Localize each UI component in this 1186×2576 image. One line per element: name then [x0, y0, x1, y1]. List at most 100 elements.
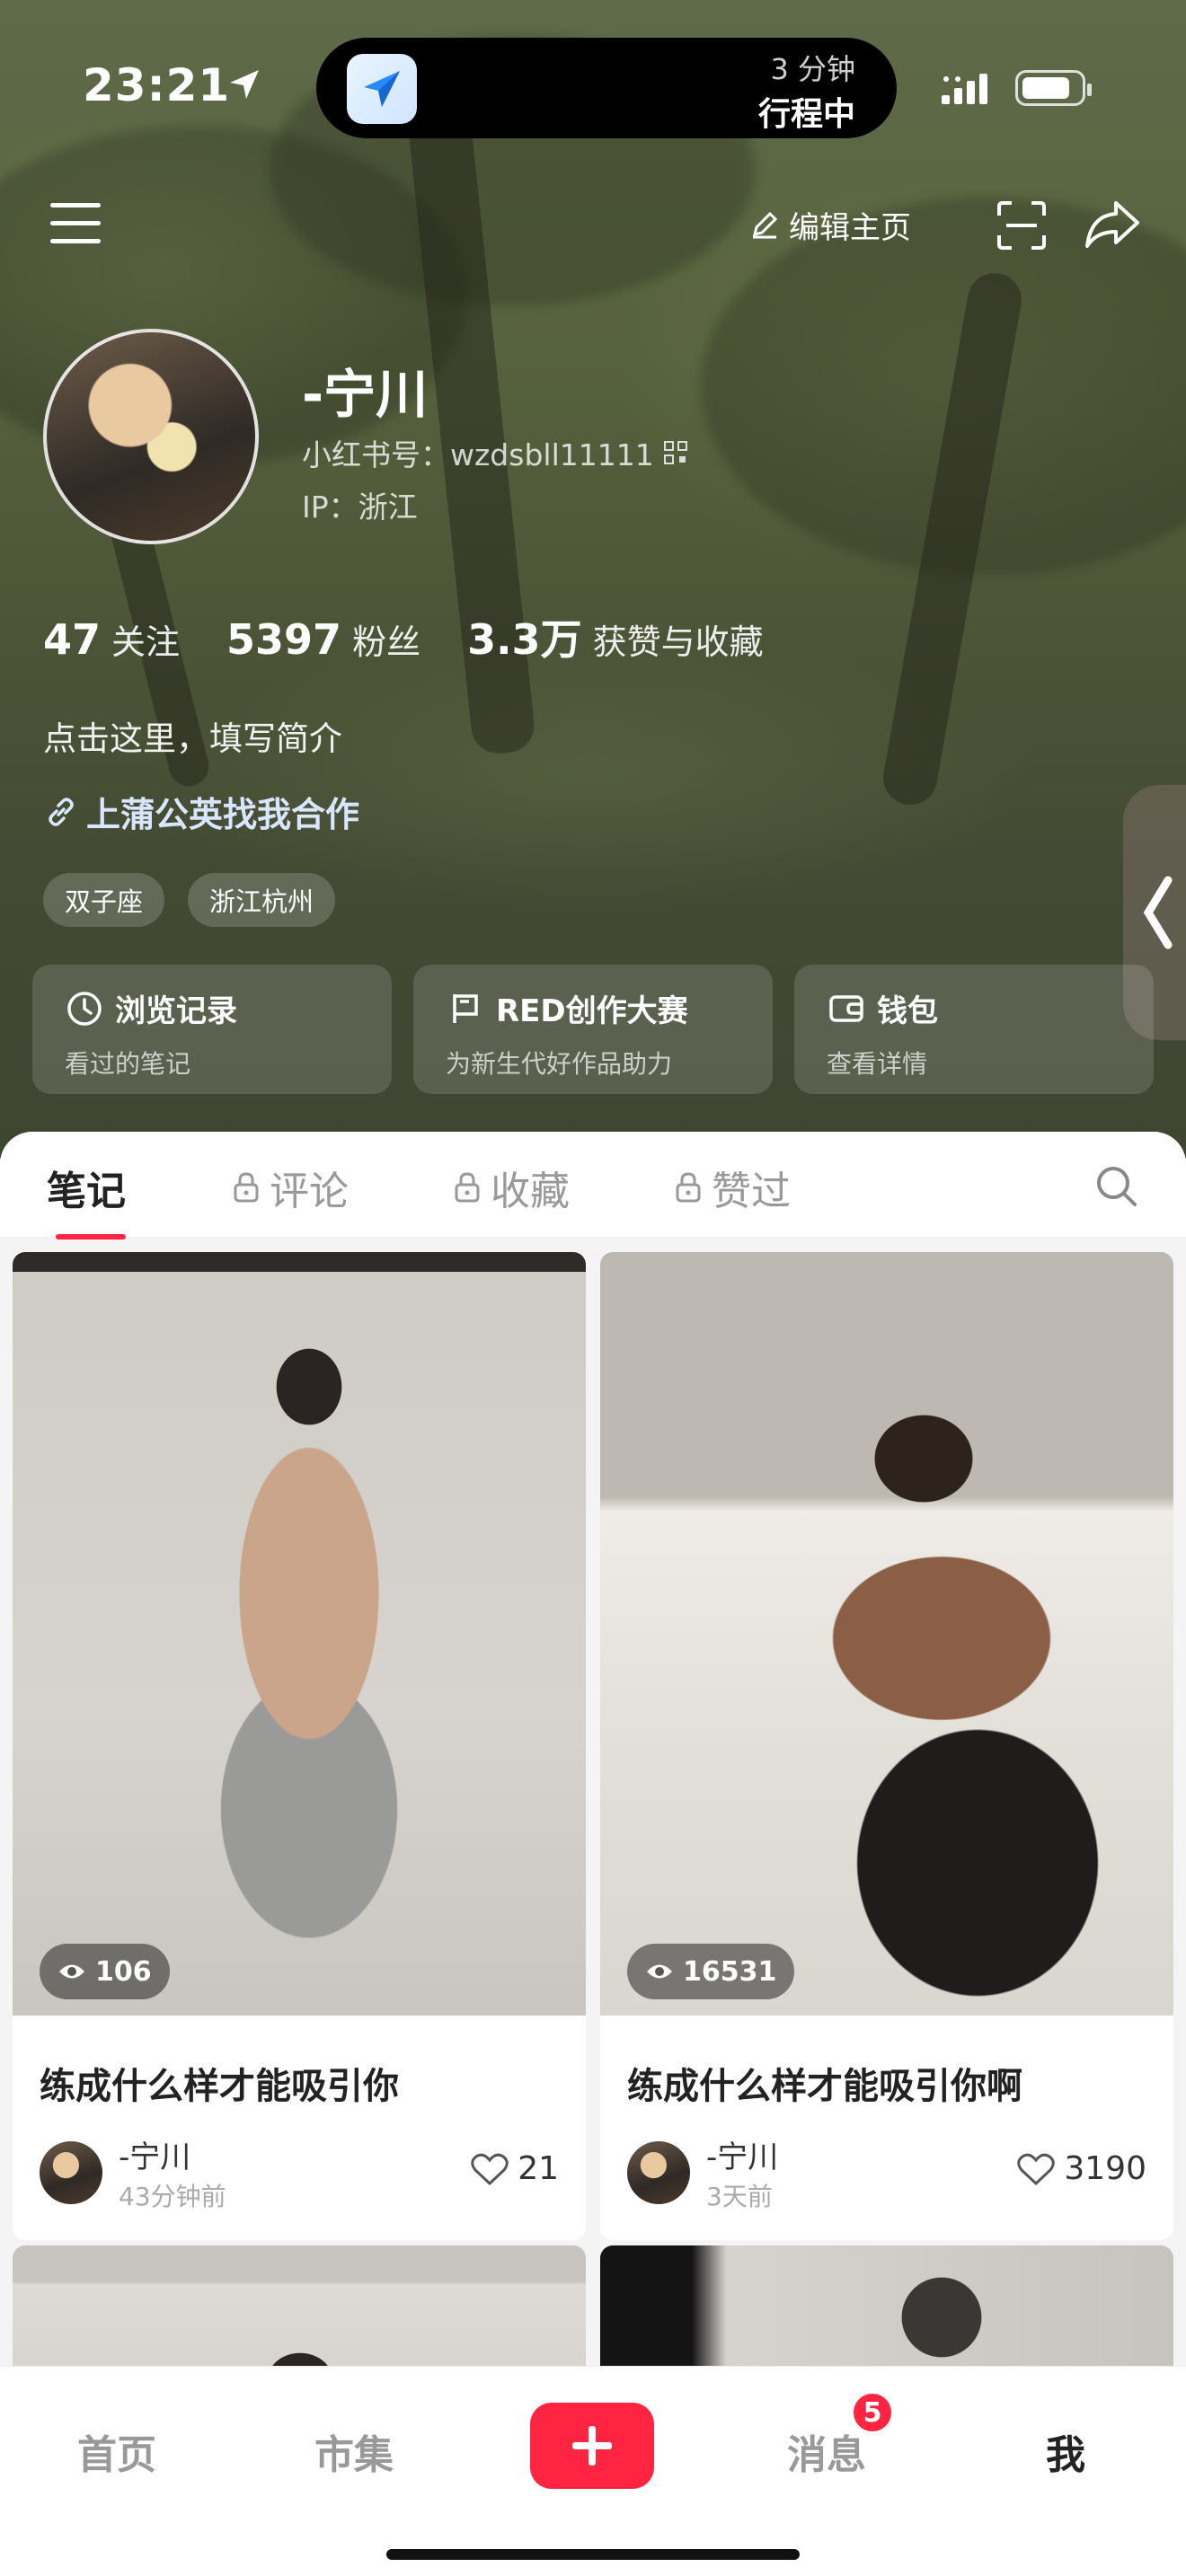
navigation-app-icon	[347, 54, 417, 124]
note-title: 练成什么样才能吸引你	[40, 2066, 399, 2107]
ip-location: IP：浙江	[302, 490, 418, 525]
tab-comments-label: 评论	[270, 1169, 349, 1214]
quick-link-wallet-title: 钱包	[877, 993, 938, 1029]
paper-plane-icon	[364, 71, 400, 107]
author-avatar[interactable]	[40, 2141, 102, 2204]
trip-status: 行程中	[757, 96, 855, 133]
post-time: 43分钟前	[119, 2182, 226, 2211]
quick-link-history-sub: 看过的笔记	[65, 1049, 191, 1079]
likes-collects-label: 获赞与收藏	[592, 622, 764, 662]
tab-notes[interactable]: 笔记	[47, 1159, 126, 1239]
pencil-icon	[752, 211, 778, 239]
tag-location[interactable]: 浙江杭州	[188, 873, 336, 927]
note-card[interactable]: 106 练成什么样才能吸引你 -宁川 43分钟前 21	[13, 1252, 586, 2240]
quick-link-wallet-sub: 查看详情	[827, 1049, 928, 1079]
share-icon[interactable]	[1084, 198, 1141, 251]
quick-link-wallet[interactable]: 钱包 查看详情	[794, 965, 1154, 1094]
link-icon	[49, 797, 74, 826]
author-name: -宁川	[706, 2139, 779, 2175]
content-sheet: 笔记 评论 收藏 赞过 106 练成什么样才能吸引你 -宁川 43分钟前 21	[0, 1132, 1186, 2576]
likes-collects-stat[interactable]: 3.3万 获赞与收藏	[467, 607, 764, 666]
heart-icon	[471, 2153, 509, 2185]
tab-collections-label: 收藏	[491, 1169, 570, 1214]
followers-stat[interactable]: 5397 粉丝	[226, 614, 420, 664]
view-count: 16531	[683, 1955, 777, 1988]
bottom-navigation: 首页 市集 消息 5 我	[0, 2366, 1186, 2576]
view-count-badge: 16531	[627, 1944, 795, 1999]
heart-icon	[1017, 2153, 1056, 2185]
note-card[interactable]: 16531 练成什么样才能吸引你啊 -宁川 3天前 3190	[600, 1252, 1173, 2240]
quick-link-history-title: 浏览记录	[115, 993, 237, 1029]
lock-icon	[234, 1172, 259, 1203]
view-count-badge: 106	[40, 1944, 170, 1999]
like-button[interactable]: 3190	[1017, 2150, 1146, 2187]
note-cover-image[interactable]	[600, 1252, 1173, 2016]
profile-stats: 47 关注 5397 粉丝 3.3万 获赞与收藏	[43, 607, 764, 666]
location-arrow-icon	[230, 70, 259, 99]
followers-count: 5397	[226, 615, 342, 664]
trip-eta: 3 分钟 行程中	[758, 47, 855, 135]
tag-zodiac[interactable]: 双子座	[43, 873, 165, 927]
edit-profile-label: 编辑主页	[789, 209, 911, 246]
avatar[interactable]	[43, 329, 259, 544]
profile-tabs: 笔记 评论 收藏 赞过	[0, 1132, 1186, 1239]
note-cover-image[interactable]	[13, 1252, 586, 2016]
collaboration-link[interactable]: 上蒲公英找我合作	[43, 787, 359, 836]
status-time: 23:21	[83, 59, 231, 111]
tab-collections[interactable]: 收藏	[453, 1159, 570, 1216]
like-count: 21	[518, 2150, 559, 2187]
clock-icon	[67, 991, 102, 1026]
create-post-button[interactable]	[530, 2403, 654, 2489]
tab-liked-label: 赞过	[712, 1169, 791, 1214]
red-id-text: 小红书号：wzdsbll11111	[302, 437, 654, 472]
like-button[interactable]: 21	[471, 2150, 559, 2187]
followers-label: 粉丝	[352, 622, 421, 662]
bio-prompt[interactable]: 点击这里，填写简介	[43, 711, 342, 760]
following-label: 关注	[111, 622, 181, 662]
quick-link-red-contest-sub: 为新生代好作品助力	[446, 1049, 673, 1079]
lock-icon	[676, 1172, 701, 1203]
flag-icon	[453, 993, 478, 1023]
following-count: 47	[43, 615, 102, 664]
like-count: 3190	[1064, 2150, 1146, 2187]
eye-icon	[647, 1964, 672, 1979]
wallet-icon	[829, 994, 863, 1022]
search-icon[interactable]	[1093, 1162, 1139, 1209]
quick-link-red-contest[interactable]: RED创作大赛 为新生代好作品助力	[413, 965, 773, 1094]
nav-messages[interactable]: 消息	[787, 2422, 866, 2480]
nav-market[interactable]: 市集	[314, 2422, 394, 2480]
quick-link-red-contest-title: RED创作大赛	[496, 993, 688, 1029]
cellular-signal-icon	[942, 74, 987, 104]
post-time: 3天前	[706, 2182, 773, 2211]
home-indicator	[386, 2549, 800, 2560]
lock-icon	[455, 1172, 480, 1203]
author-avatar[interactable]	[627, 2141, 690, 2204]
plus-icon	[572, 2426, 612, 2466]
battery-icon	[1015, 70, 1092, 106]
nav-me[interactable]: 我	[1046, 2422, 1085, 2480]
profile-header: 23:21 3 分钟 行程中 编辑主页 -宁川 小红书号：wzdsbll1111…	[0, 0, 1186, 1159]
note-title: 练成什么样才能吸引你啊	[627, 2066, 1022, 2107]
dynamic-island-navigation[interactable]: 3 分钟 行程中	[316, 38, 897, 138]
messages-badge: 5	[850, 2390, 895, 2435]
active-tab-indicator	[56, 1234, 126, 1239]
likes-collects-count: 3.3万	[467, 615, 582, 664]
tab-liked[interactable]: 赞过	[674, 1159, 791, 1216]
author-name: -宁川	[119, 2139, 191, 2175]
tab-notes-label: 笔记	[47, 1169, 126, 1214]
following-stat[interactable]: 47 关注	[43, 614, 180, 664]
profile-tags: 双子座 浙江杭州	[43, 873, 336, 927]
quick-link-history[interactable]: 浏览记录 看过的笔记	[32, 965, 392, 1094]
edit-profile-button[interactable]: 编辑主页	[749, 199, 911, 250]
scan-icon[interactable]	[996, 199, 1048, 251]
profile-nickname: -宁川	[302, 364, 429, 425]
qr-code-icon[interactable]	[663, 440, 688, 465]
menu-icon[interactable]	[50, 203, 101, 244]
nav-home[interactable]: 首页	[77, 2422, 156, 2480]
eye-icon	[59, 1964, 84, 1979]
eta-minutes: 3 分钟	[770, 52, 855, 86]
chevron-left-icon	[1143, 876, 1173, 949]
collaboration-label: 上蒲公英找我合作	[86, 795, 360, 834]
tab-comments[interactable]: 评论	[232, 1159, 349, 1216]
red-id[interactable]: 小红书号：wzdsbll11111	[302, 431, 688, 474]
